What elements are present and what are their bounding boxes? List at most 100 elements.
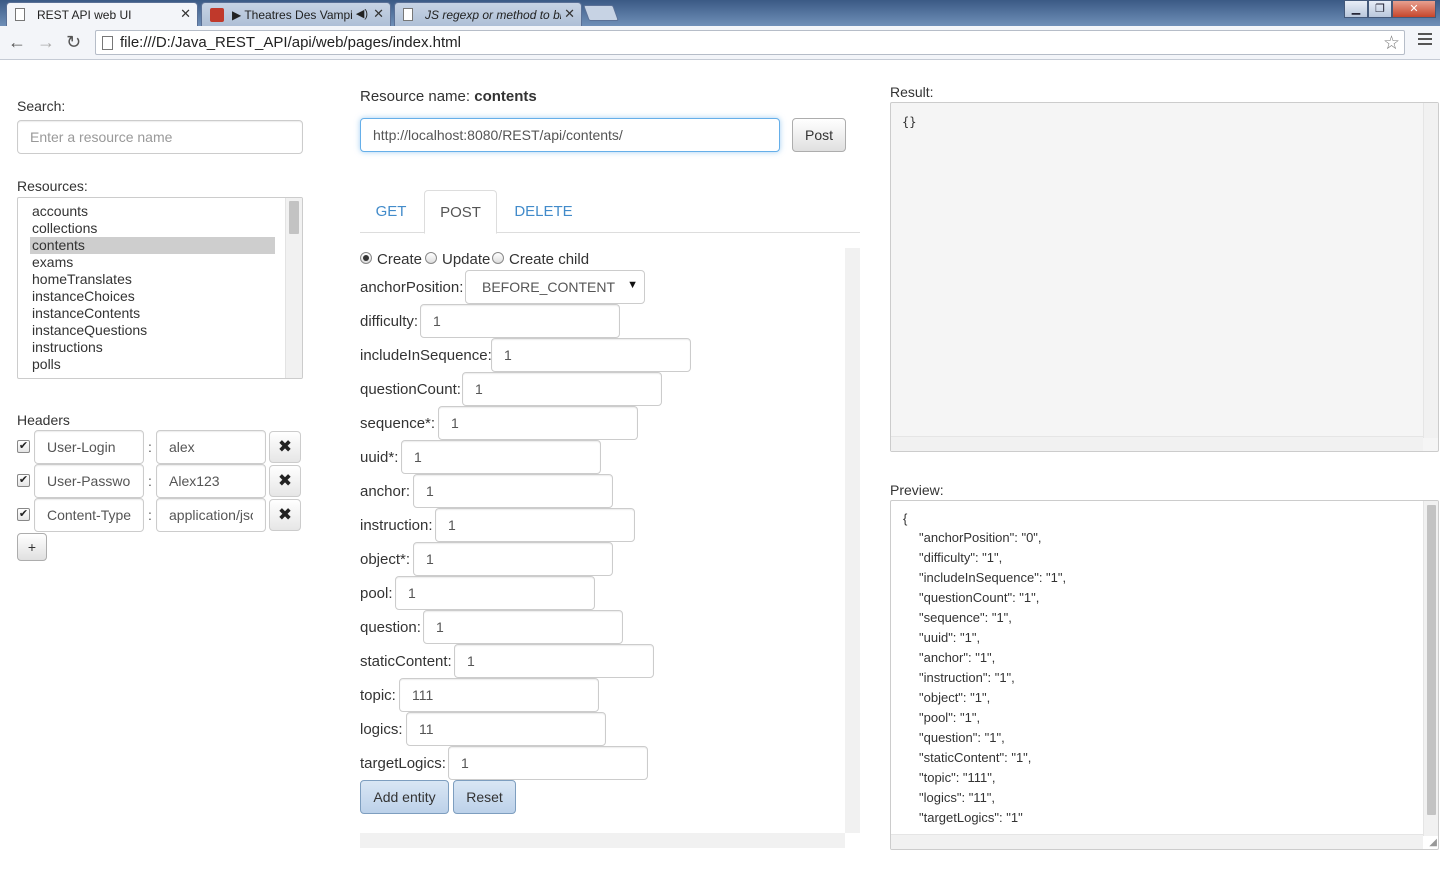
header-value-input[interactable]: [156, 464, 266, 498]
header-value-input[interactable]: [156, 498, 266, 532]
resources-label: Resources:: [17, 178, 88, 194]
list-item[interactable]: instanceQuestions: [30, 322, 275, 339]
resource-name-value: contents: [474, 88, 537, 105]
header-key-input[interactable]: [34, 430, 144, 464]
tab-post[interactable]: POST: [424, 190, 497, 234]
field-object-input[interactable]: [413, 542, 613, 576]
reload-icon[interactable]: ↻: [66, 32, 81, 53]
list-item[interactable]: instructions: [30, 339, 275, 356]
scrollbar-thumb[interactable]: [289, 201, 299, 234]
browser-tab-title: JS regexp or method to bi: [425, 8, 561, 22]
forward-icon[interactable]: →: [37, 32, 55, 53]
field-difficulty-input[interactable]: [420, 304, 620, 338]
result-panel[interactable]: {}: [890, 102, 1439, 452]
field-pool-input[interactable]: [395, 576, 595, 610]
address-bar[interactable]: file:///D:/Java_REST_API/api/web/pages/i…: [95, 30, 1405, 55]
browser-tab-title: REST API web UI: [37, 8, 132, 22]
form-horizontal-scrollbar[interactable]: [360, 833, 845, 848]
form-vertical-scrollbar[interactable]: [845, 248, 860, 833]
bookmark-star-icon[interactable]: ☆: [1383, 32, 1400, 55]
header-key-input[interactable]: [34, 498, 144, 532]
mode-update-radio[interactable]: [425, 252, 437, 264]
browser-tab-rest-api[interactable]: REST API web UI ✕: [6, 2, 198, 26]
list-item[interactable]: instanceContents: [30, 305, 275, 322]
field-question-count-input[interactable]: [462, 372, 662, 406]
field-label-question: question:: [360, 619, 421, 636]
field-anchor-input[interactable]: [413, 474, 613, 508]
preview-line: "anchorPosition": "0",: [919, 530, 1042, 545]
close-tab-icon[interactable]: ✕: [373, 6, 384, 22]
header-enabled-checkbox[interactable]: ✔: [17, 508, 30, 521]
site-favicon-icon: [210, 8, 224, 22]
field-topic-input[interactable]: [399, 678, 599, 712]
resource-url-input[interactable]: [360, 118, 780, 152]
scrollbar-thumb[interactable]: [1427, 505, 1436, 815]
list-item[interactable]: collections: [30, 220, 275, 237]
field-label-question-count: questionCount:: [360, 381, 461, 398]
field-label-anchor: anchor:: [360, 483, 411, 500]
result-horizontal-scrollbar[interactable]: [891, 436, 1423, 451]
preview-panel[interactable]: { "anchorPosition": "0", "difficulty": "…: [890, 500, 1439, 850]
field-uuid-input[interactable]: [401, 440, 601, 474]
header-enabled-checkbox[interactable]: ✔: [17, 474, 30, 487]
close-tab-icon[interactable]: ✕: [564, 6, 575, 22]
preview-line: "sequence": "1",: [919, 610, 1012, 625]
tab-delete[interactable]: DELETE: [501, 190, 586, 233]
list-item[interactable]: homeTranslates: [30, 271, 275, 288]
preview-horizontal-scrollbar[interactable]: [891, 834, 1423, 849]
preview-vertical-scrollbar[interactable]: [1423, 501, 1438, 836]
browser-tab-regexp[interactable]: JS regexp or method to bi ✕: [394, 2, 582, 26]
menu-icon[interactable]: [1418, 33, 1432, 48]
list-item[interactable]: polls: [30, 356, 275, 373]
list-item[interactable]: instanceChoices: [30, 288, 275, 305]
headers-label: Headers: [17, 412, 70, 428]
field-target-logics-input[interactable]: [448, 746, 648, 780]
search-input[interactable]: [17, 120, 303, 154]
new-tab-button[interactable]: [583, 5, 619, 21]
speaker-icon: ◀): [355, 8, 368, 20]
list-item-selected[interactable]: contents: [30, 237, 275, 254]
field-label-topic: topic:: [360, 687, 396, 704]
header-value-input[interactable]: [156, 430, 266, 464]
tab-get[interactable]: GET: [360, 190, 422, 233]
add-header-button[interactable]: +: [17, 533, 47, 561]
browser-toolbar: ← → ↻ file:///D:/Java_REST_API/api/web/p…: [0, 26, 1440, 60]
remove-header-button[interactable]: ✖: [269, 431, 301, 463]
field-label-instruction: instruction:: [360, 517, 433, 534]
anchor-position-select[interactable]: BEFORE_CONTENT ▼: [465, 270, 645, 304]
field-include-in-sequence-input[interactable]: [491, 338, 691, 372]
result-vertical-scrollbar[interactable]: [1423, 103, 1438, 438]
maximize-icon[interactable]: ❐: [1368, 0, 1392, 18]
remove-header-button[interactable]: ✖: [269, 499, 301, 531]
preview-line: "topic": "111",: [919, 770, 996, 785]
remove-header-button[interactable]: ✖: [269, 465, 301, 497]
mode-create-child-label: Create child: [509, 251, 590, 268]
back-icon[interactable]: ←: [8, 32, 26, 53]
stackoverflow-icon: [403, 8, 413, 21]
header-enabled-checkbox[interactable]: ✔: [17, 440, 30, 453]
field-question-input[interactable]: [423, 610, 623, 644]
list-item[interactable]: accounts: [30, 203, 275, 220]
header-separator: :: [148, 439, 152, 455]
resize-grip-icon[interactable]: ◢: [1429, 837, 1437, 848]
field-label-target-logics: targetLogics:: [360, 755, 446, 772]
add-entity-button[interactable]: Add entity: [360, 780, 449, 814]
header-key-input[interactable]: [34, 464, 144, 498]
mode-create-radio[interactable]: [360, 252, 372, 264]
field-label-uuid: uuid*:: [360, 449, 399, 466]
resources-list[interactable]: accounts collections contents exams home…: [17, 197, 303, 379]
field-sequence-input[interactable]: [438, 406, 638, 440]
post-button[interactable]: Post: [792, 118, 846, 152]
field-logics-input[interactable]: [406, 712, 606, 746]
minimize-icon[interactable]: ▁: [1344, 0, 1368, 18]
preview-line: "difficulty": "1",: [919, 550, 1003, 565]
close-window-icon[interactable]: ✕: [1392, 0, 1436, 18]
mode-create-child-radio[interactable]: [492, 252, 504, 264]
reset-button[interactable]: Reset: [453, 780, 516, 814]
resources-scrollbar[interactable]: [285, 198, 302, 378]
browser-tab-music[interactable]: ▶ Theatres Des Vampi ◀) ✕: [201, 2, 391, 26]
field-instruction-input[interactable]: [435, 508, 635, 542]
list-item[interactable]: exams: [30, 254, 275, 271]
close-tab-icon[interactable]: ✕: [180, 6, 191, 22]
field-static-content-input[interactable]: [454, 644, 654, 678]
